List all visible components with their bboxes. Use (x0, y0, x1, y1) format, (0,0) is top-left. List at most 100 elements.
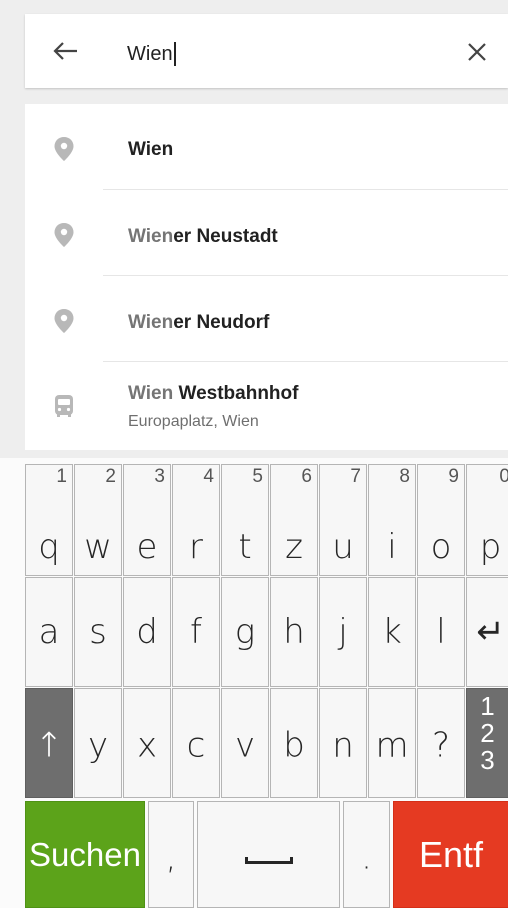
suggestion-title: Wiener Neudorf (128, 312, 269, 334)
key-label: f (190, 612, 202, 652)
key-k[interactable]: k (368, 577, 416, 687)
key-label: g (234, 612, 256, 652)
comma-key[interactable]: , (148, 801, 194, 908)
key-label: w (84, 527, 112, 567)
search-key-label: Suchen (29, 835, 141, 873)
period-key[interactable]: . (343, 801, 390, 908)
suggestion-rest: er Neustadt (173, 226, 278, 247)
key-label: t (238, 527, 252, 567)
suggestion-title: Wien (128, 139, 173, 161)
key-n[interactable]: n (319, 688, 367, 798)
key-w[interactable]: 2w (74, 464, 122, 576)
key-q[interactable]: 1q (25, 464, 73, 576)
key-hint: 8 (399, 466, 410, 487)
key-label: s (89, 612, 107, 652)
delete-key[interactable]: Entf (393, 801, 508, 908)
key-m[interactable]: m (368, 688, 416, 798)
key-label: z (285, 527, 303, 567)
key-label: ? (431, 725, 451, 766)
key-o[interactable]: 9o (417, 464, 465, 576)
suggestion-rest: er Neudorf (173, 312, 270, 333)
key-y[interactable]: y (74, 688, 122, 798)
key-s[interactable]: s (74, 577, 122, 687)
key-label: i (387, 527, 397, 567)
key-u[interactable]: 7u (319, 464, 367, 576)
search-bar: Wien (25, 14, 508, 88)
location-pin-icon (54, 137, 74, 161)
key-label: x (136, 725, 158, 766)
key-label: o (430, 527, 452, 567)
key-t[interactable]: 5t (221, 464, 269, 576)
suggestion-subtitle: Europaplatz, Wien (128, 413, 259, 430)
enter-key[interactable]: ↵ (466, 577, 508, 687)
back-arrow-icon[interactable] (52, 41, 78, 61)
key-f[interactable]: f (172, 577, 220, 687)
key-hint: 0 (499, 467, 508, 487)
search-key[interactable]: Suchen (25, 801, 145, 908)
enter-icon: ↵ (476, 612, 505, 652)
key-e[interactable]: 3e (123, 464, 171, 576)
space-key[interactable] (197, 801, 340, 908)
key-hint: 1 (56, 466, 67, 487)
key-label: c (186, 725, 206, 766)
search-input[interactable]: Wien (127, 42, 176, 66)
key-label: j (338, 612, 348, 652)
location-pin-icon (54, 223, 74, 247)
key-z[interactable]: 6z (270, 464, 318, 576)
key-v[interactable]: v (221, 688, 269, 798)
key-c[interactable]: c (172, 688, 220, 798)
key-label: . (361, 836, 372, 877)
key-hint: 9 (448, 466, 459, 487)
key-i[interactable]: 8i (368, 464, 416, 576)
key-hint: 3 (154, 466, 165, 487)
numbers-toggle-label: 1 2 3 (467, 693, 508, 774)
space-bar-icon (244, 856, 293, 864)
key-label: q (38, 527, 60, 567)
key-x[interactable]: x (123, 688, 171, 798)
key-question[interactable]: ? (417, 688, 465, 798)
shift-arrow-icon: ↑ (34, 725, 64, 766)
key-label: n (332, 725, 354, 766)
shift-key[interactable]: ↑ (25, 688, 73, 798)
key-j[interactable]: j (319, 577, 367, 687)
key-label: b (283, 725, 305, 766)
suggestion-item[interactable]: Wien Westbahnhof Europaplatz, Wien (25, 362, 508, 450)
key-label: h (283, 612, 305, 652)
suggestion-item[interactable]: Wiener Neudorf (25, 276, 508, 362)
suggestion-match: Wien (128, 383, 174, 404)
suggestion-title: Wien Westbahnhof (128, 383, 298, 405)
key-label: p (479, 527, 502, 567)
key-label: u (332, 527, 354, 567)
location-pin-icon (54, 309, 74, 333)
clear-icon[interactable] (468, 43, 486, 61)
suggestion-match: Wien (128, 312, 174, 333)
key-hint: 2 (105, 466, 116, 487)
key-hint: 7 (350, 466, 361, 487)
key-r[interactable]: 4r (172, 464, 220, 576)
suggestion-item[interactable]: Wien (25, 104, 508, 190)
suggestion-match: Wien (128, 226, 174, 247)
suggestion-title: Wiener Neustadt (128, 226, 278, 248)
key-label: k (382, 612, 402, 652)
key-label: m (375, 725, 409, 766)
key-a[interactable]: a (25, 577, 73, 687)
key-p[interactable]: 0p (466, 464, 508, 576)
key-label: y (87, 725, 109, 766)
key-label: , (165, 836, 177, 877)
suggestion-item[interactable]: Wiener Neustadt (25, 190, 508, 276)
key-b[interactable]: b (270, 688, 318, 798)
delete-key-label: Entf (418, 833, 484, 875)
key-hint: 5 (252, 466, 263, 487)
key-g[interactable]: g (221, 577, 269, 687)
key-label: a (38, 612, 60, 652)
key-label: e (136, 527, 158, 567)
key-h[interactable]: h (270, 577, 318, 687)
search-query: Wien (127, 43, 173, 65)
key-hint: 4 (203, 466, 214, 487)
key-l[interactable]: l (417, 577, 465, 687)
numbers-toggle-digit: 1 (480, 691, 495, 721)
suggestion-list: Wien Wiener Neustadt Wiener Neudorf Wien… (25, 104, 508, 450)
numbers-toggle-key[interactable]: 1 2 3 (466, 688, 508, 798)
key-d[interactable]: d (123, 577, 171, 687)
key-hint: 6 (301, 466, 312, 487)
